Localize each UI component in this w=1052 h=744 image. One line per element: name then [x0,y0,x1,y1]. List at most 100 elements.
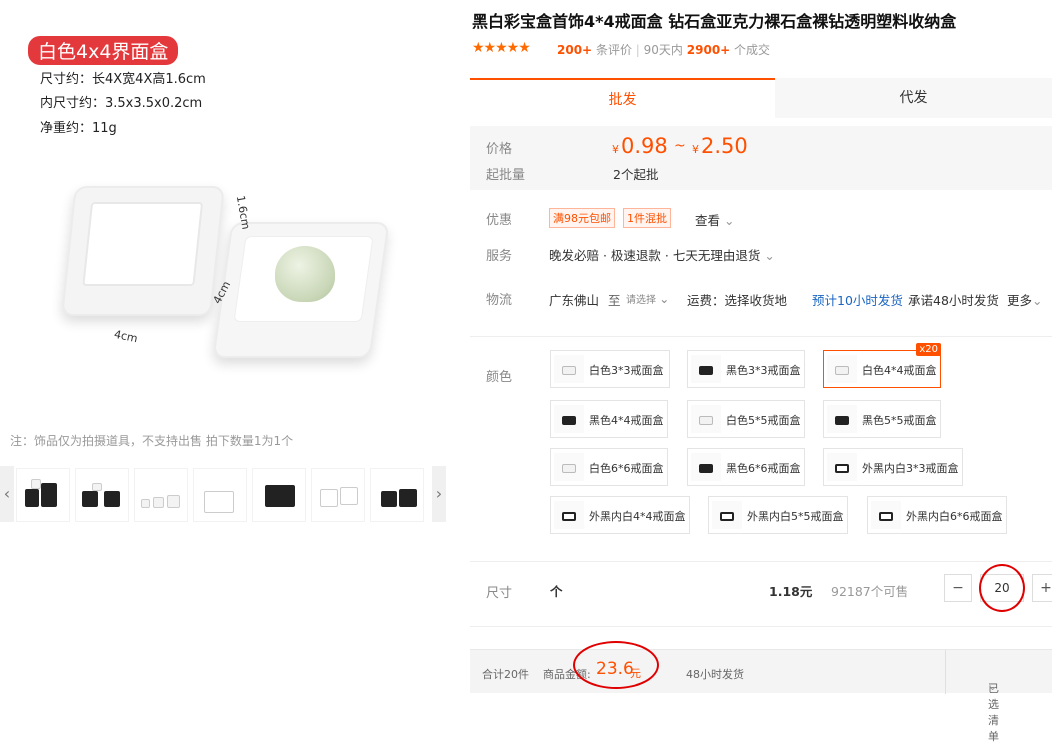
divider [470,626,1052,627]
total-count: 合计20件 [482,668,529,681]
color-option[interactable]: 外黑内白4*4戒面盒 [550,496,690,534]
color-option[interactable]: 外黑内白6*6戒面盒 [867,496,1007,534]
thumbnail[interactable] [193,468,247,522]
color-option[interactable]: 黑色4*4戒面盒 [550,400,668,438]
chevron-down-icon: ⌄ [764,248,775,263]
color-option-label: 黑色5*5戒面盒 [862,414,937,427]
main-product-image[interactable]: 白色4x4界面盒 尺寸约：长4X宽4X高1.6cm 内尺寸约：3.5x3.5x0… [0,0,450,430]
more-link[interactable]: 更多⌄ [1007,290,1043,309]
color-option-thumbnail [827,453,857,481]
tab-wholesale[interactable]: 批发 [470,78,775,118]
price-box: 价格 ¥0.98 ~ ¥2.50 起批量 2个起批 [470,126,1052,190]
color-label: 颜色 [486,370,513,385]
badge-mixed-batch: 1件混批 [623,208,671,228]
color-option-thumbnail [554,453,584,481]
chevron-left-icon[interactable]: ‹ [0,466,14,522]
purchase-tabs: 批发 代发 [470,78,1052,118]
color-option-thumbnail [827,405,857,433]
dim-width: 4cm [112,327,139,346]
color-option-thumbnail [691,405,721,433]
color-option[interactable]: 外黑内白3*3戒面盒 [823,448,963,486]
price-tilde: ~ [674,138,686,154]
thumbnail[interactable] [75,468,129,522]
unit-price: 1.18元 [769,584,813,599]
color-option[interactable]: 白色5*5戒面盒 [687,400,805,438]
ship-to-label: 至 [608,293,621,308]
promo-label: 优惠 [486,213,513,228]
ship-from: 广东佛山 [549,293,600,308]
thumbnail[interactable] [252,468,306,522]
annotation-circle [979,564,1025,612]
order-summary-bar: 合计20件 商品金额: 23.6 元 48小时发货 已选清单 ⌄ [470,649,1052,743]
color-option[interactable]: 黑色6*6戒面盒 [687,448,805,486]
color-option[interactable]: 白色4*4戒面盒 x20 [823,343,941,388]
color-option-label: 白色4*4戒面盒 [862,364,937,377]
selected-count-badge: x20 [916,343,941,356]
divider [945,650,946,694]
thumbnail-strip: ‹ › [0,466,450,524]
color-option[interactable]: 黑色5*5戒面盒 [823,400,941,438]
color-option-label: 白色5*5戒面盒 [726,414,801,427]
ship-eta: 预计10小时发货 [812,293,903,308]
divider [470,561,1052,562]
promo-view-link[interactable]: 查看 ⌄ [695,210,734,229]
moq-label: 起批量 [486,168,526,183]
price-low: ¥0.98 [612,134,668,158]
chevron-right-icon[interactable]: › [432,466,446,522]
color-option-label: 外黑内白6*6戒面盒 [906,510,1003,523]
color-option[interactable]: 白色6*6戒面盒 [550,448,668,486]
review-count[interactable]: 200+ [557,43,592,57]
review-label: 条评价 [595,43,632,57]
product-title: 黑白彩宝盒首饰4*4戒面盒 钻石盒亚克力裸石盒裸钻透明塑料收纳盒 [472,12,957,31]
box-closed [61,186,225,316]
color-option-label: 外黑内白5*5戒面盒 [747,510,844,523]
color-option-label: 白色6*6戒面盒 [589,462,664,475]
color-option-thumbnail [691,355,721,383]
rating-stars-icon: ★★★★★ [472,40,531,56]
annotation-circle [573,641,659,689]
color-option-label: 外黑内白3*3戒面盒 [862,462,959,475]
tab-dropship[interactable]: 代发 [775,78,1052,118]
moq-value: 2个起批 [613,167,659,182]
color-option-thumbnail [712,501,742,529]
thumbnail[interactable] [16,468,70,522]
quantity-increment-button[interactable]: + [1032,574,1052,602]
color-option-thumbnail [554,501,584,529]
color-option[interactable]: 白色3*3戒面盒 [550,350,670,388]
sold-count: 2900+ [686,43,731,57]
stock-count: 92187个可售 [831,584,909,599]
chevron-down-icon: ⌄ [724,213,735,228]
color-option[interactable]: 外黑内白5*5戒面盒 [708,496,848,534]
rating-summary: 200+ 条评价 | 90天内 2900+ 个成交 [557,43,771,57]
color-option-thumbnail [691,453,721,481]
price-high: ¥2.50 [692,134,748,158]
color-option-label: 外黑内白4*4戒面盒 [589,510,686,523]
color-option-label: 白色3*3戒面盒 [589,364,664,377]
ship-promise: 承诺48小时发货 [908,293,999,308]
spec-size: 尺寸约：长4X宽4X高1.6cm [40,72,206,87]
color-option[interactable]: 黑色3*3戒面盒 [687,350,805,388]
color-option-label: 黑色3*3戒面盒 [726,364,801,377]
jade-pendant [275,246,335,302]
service-value[interactable]: 晚发必赔 · 极速退款 · 七天无理由退货 ⌄ [549,245,775,264]
size-label: 尺寸 [486,586,513,601]
image-tag: 白色4x4界面盒 [28,36,179,65]
chevron-down-icon: ⌄ [1032,293,1043,308]
color-option-label: 黑色4*4戒面盒 [589,414,664,427]
thumbnail[interactable] [134,468,188,522]
product-info: 黑白彩宝盒首饰4*4戒面盒 钻石盒亚克力裸石盒裸钻透明塑料收纳盒 ★★★★★ 2… [470,0,1052,743]
ship-time: 48小时发货 [686,668,744,681]
quantity-decrement-button[interactable]: − [944,574,972,602]
logistics-label: 物流 [486,293,513,308]
service-label: 服务 [486,249,513,264]
color-option-thumbnail [871,501,901,529]
divider [470,336,1052,337]
thumbnail[interactable] [370,468,424,522]
color-option-label: 黑色6*6戒面盒 [726,462,801,475]
product-gallery: 白色4x4界面盒 尺寸约：长4X宽4X高1.6cm 内尺寸约：3.5x3.5x0… [0,0,450,693]
size-unit: 个 [550,584,563,599]
period-label: 90天内 [643,43,683,57]
thumbnail[interactable] [311,468,365,522]
ship-to-select[interactable]: 请选择 ⌄ [626,291,669,306]
color-option-thumbnail [554,405,584,433]
